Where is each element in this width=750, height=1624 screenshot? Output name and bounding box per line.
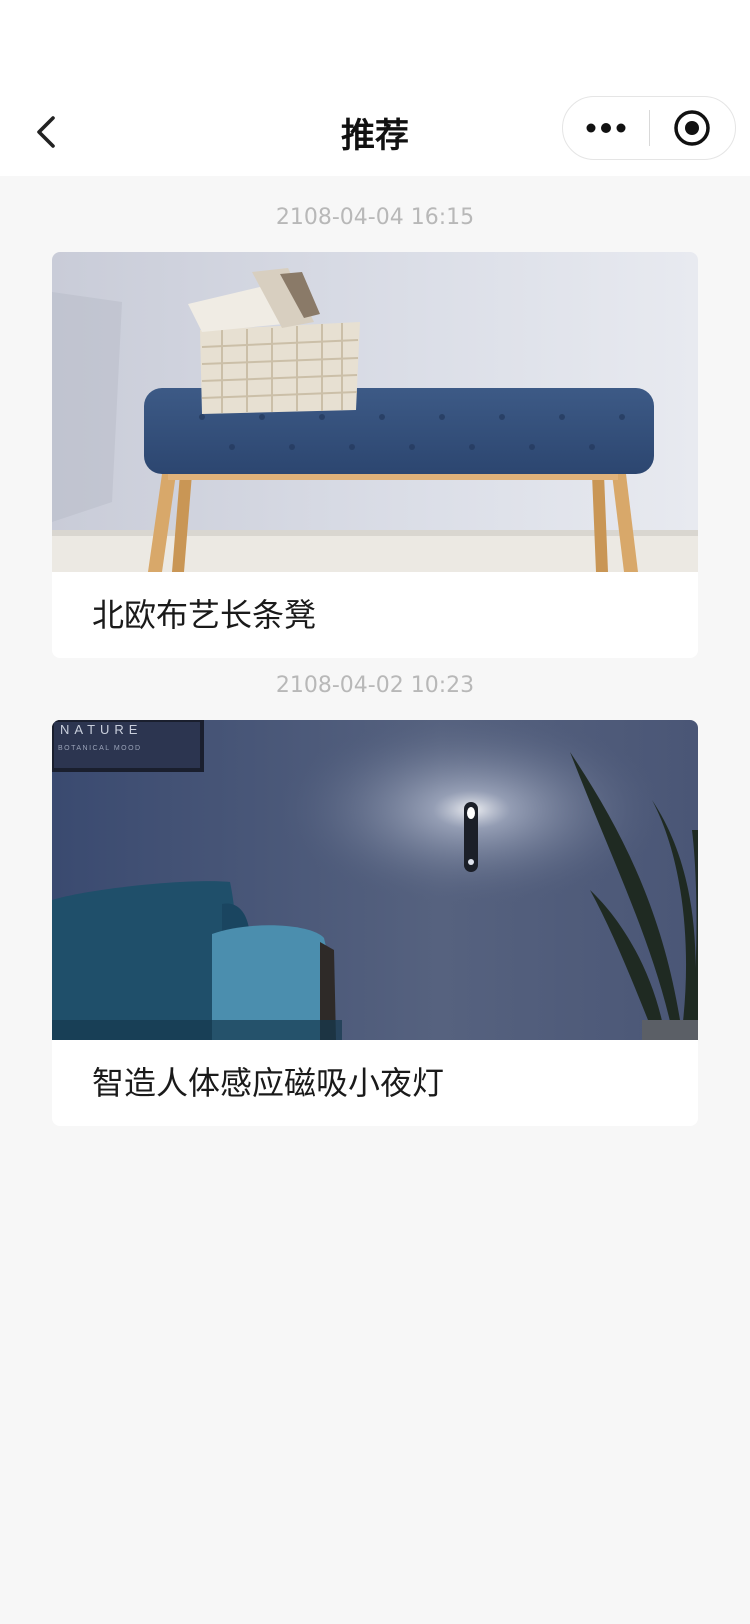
- mini-program-capsule: [562, 96, 736, 160]
- close-miniprogram-button[interactable]: [650, 97, 736, 159]
- status-bar: [0, 0, 750, 88]
- more-dots-icon: [586, 123, 626, 133]
- target-circle-icon: [674, 110, 710, 146]
- feed-card[interactable]: 北欧布艺长条凳: [52, 252, 698, 658]
- post-timestamp: 2108-04-02 10:23: [275, 673, 475, 698]
- poster-subtitle-text: BOTANICAL MOOD: [58, 745, 142, 752]
- more-button[interactable]: [563, 97, 649, 159]
- card-title: 智造人体感应磁吸小夜灯: [92, 1064, 445, 1102]
- bench-photo: [52, 252, 698, 572]
- post-timestamp: 2108-04-04 16:15: [275, 205, 475, 230]
- card-title: 北欧布艺长条凳: [92, 596, 317, 634]
- feed-card[interactable]: NATURE BOTANICAL MOOD 智造人体感应磁吸小夜灯: [52, 720, 698, 1126]
- night-light-photo: NATURE BOTANICAL MOOD: [52, 720, 698, 1040]
- poster-title-text: NATURE: [60, 722, 142, 737]
- navigation-bar: 推荐: [0, 88, 750, 176]
